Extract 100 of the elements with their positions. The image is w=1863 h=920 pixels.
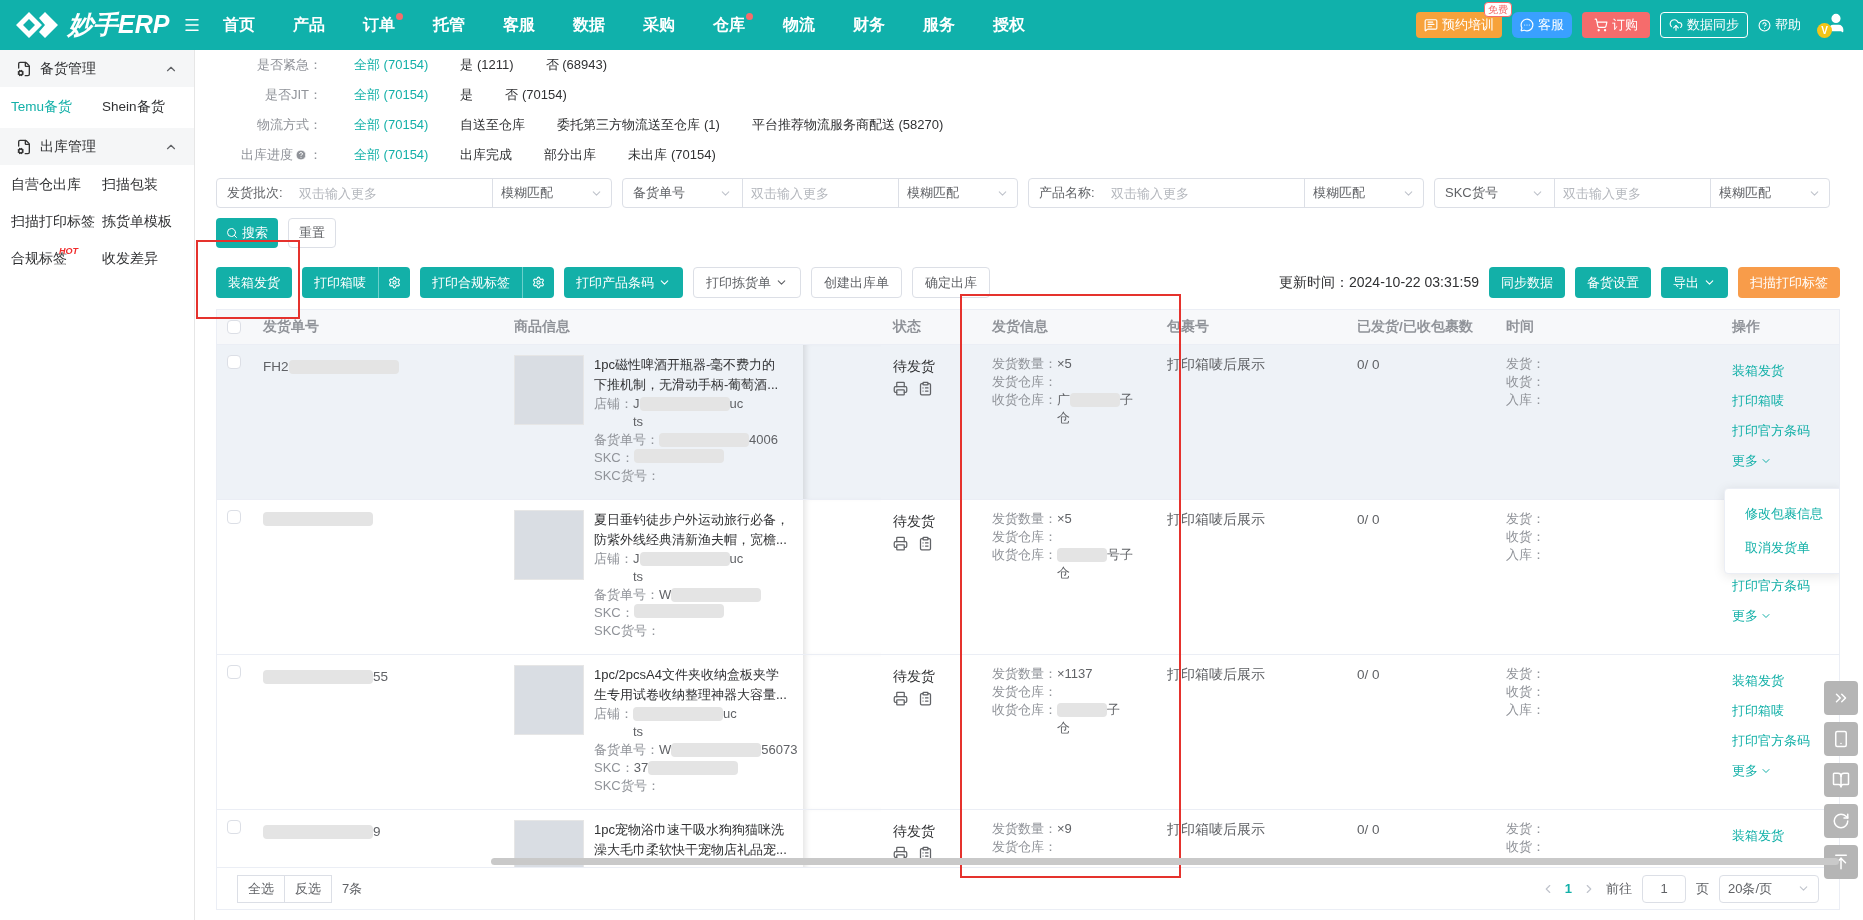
toolbar-button[interactable]: 打印箱唛 (302, 267, 379, 298)
nav-link[interactable]: 采购 (643, 13, 684, 37)
dropdown-button[interactable]: 导出 (1661, 267, 1728, 298)
sidebar-item[interactable]: Temu备货 (11, 97, 72, 118)
filter-option[interactable]: 出库完成 (460, 145, 513, 165)
guide-button[interactable] (1824, 763, 1858, 797)
reset-button[interactable]: 重置 (288, 218, 336, 248)
action-link[interactable]: 打印官方条码 (1732, 732, 1810, 750)
scan-print-button[interactable]: 扫描打印标签 (1738, 267, 1840, 298)
search-field-group[interactable]: 备货单号 双击输入更多 模糊匹配 (622, 178, 1018, 208)
sidebar-item[interactable]: 扫描打印标签 (11, 212, 95, 233)
printer-icon[interactable] (893, 381, 908, 397)
data-sync-button[interactable]: 数据同步 (1660, 12, 1748, 38)
action-link[interactable]: 装箱发货 (1732, 362, 1784, 380)
page-size-select[interactable]: 20条/页 (1719, 874, 1819, 903)
settings-button[interactable] (523, 267, 554, 298)
match-select[interactable]: 模糊匹配 (1710, 179, 1829, 207)
nav-link[interactable]: 财务 (853, 13, 894, 37)
toolbar-button[interactable]: 打印合规标签 (420, 267, 523, 298)
toolbar-button[interactable]: 确定出库 (912, 267, 990, 298)
search-input[interactable]: 双击输入更多 (743, 179, 898, 207)
nav-link[interactable]: 产品 (293, 13, 334, 37)
clipboard-icon[interactable] (918, 381, 933, 397)
sidebar-section-header[interactable]: 备货管理 (0, 50, 194, 87)
more-link[interactable]: 更多 (1732, 762, 1772, 780)
filter-option[interactable]: 未出库 (70154) (628, 145, 716, 165)
search-button[interactable]: 搜索 (216, 218, 278, 248)
action-link[interactable]: 打印官方条码 (1732, 577, 1810, 595)
filter-option[interactable]: 委托第三方物流送至仓库 (1) (557, 115, 720, 135)
printer-icon[interactable] (893, 536, 908, 552)
field-select[interactable]: SKC货号 (1435, 179, 1555, 207)
toolbar-button[interactable]: 备货设置 (1575, 267, 1651, 298)
sidebar-item[interactable]: 收发差异 (102, 249, 158, 270)
menu-item[interactable]: 修改包裹信息 (1725, 497, 1839, 531)
search-input[interactable]: 双击输入更多 (1555, 179, 1710, 207)
sidebar-item[interactable]: 拣货单模板 (102, 212, 172, 233)
nav-link[interactable]: 托管 (433, 13, 474, 37)
match-select[interactable]: 模糊匹配 (1304, 179, 1423, 207)
filter-option[interactable]: 自送至仓库 (460, 115, 526, 135)
action-link[interactable]: 装箱发货 (1732, 672, 1784, 690)
horizontal-scrollbar[interactable] (491, 858, 1839, 865)
action-link[interactable]: 打印箱唛 (1732, 702, 1784, 720)
filter-option[interactable]: 全部 (70154) (354, 55, 429, 75)
search-field-group[interactable]: 发货批次: 双击输入更多 模糊匹配 (216, 178, 612, 208)
menu-icon[interactable] (183, 16, 202, 34)
filter-option[interactable]: 平台推荐物流服务商配送 (58270) (751, 115, 944, 135)
order-button[interactable]: 订购 (1582, 12, 1650, 38)
checkbox[interactable] (227, 665, 241, 679)
search-input[interactable]: 双击输入更多 (1102, 179, 1304, 207)
printer-icon[interactable] (893, 691, 908, 707)
filter-option[interactable]: 是 (460, 85, 474, 105)
filter-option[interactable]: 部分出库 (544, 145, 597, 165)
nav-link[interactable]: 服务 (923, 13, 964, 37)
nav-link[interactable]: 物流 (783, 13, 824, 37)
nav-link[interactable]: 订单 (363, 13, 404, 37)
page-input[interactable]: 1 (1642, 874, 1686, 903)
service-button[interactable]: 客服 (1512, 12, 1572, 38)
match-select[interactable]: 模糊匹配 (492, 179, 611, 207)
sidebar-section-header[interactable]: 出库管理 (0, 128, 194, 165)
action-link[interactable]: 装箱发货 (1732, 827, 1784, 845)
checkbox[interactable] (227, 355, 241, 369)
selection-button[interactable]: 反选 (285, 874, 332, 903)
help-button[interactable]: 帮助 (1758, 15, 1801, 35)
more-link[interactable]: 更多 (1732, 607, 1772, 625)
toolbar-button[interactable]: 同步数据 (1489, 267, 1565, 298)
nav-link[interactable]: 数据 (573, 13, 614, 37)
menu-item[interactable]: 取消发货单 (1725, 531, 1839, 565)
action-link[interactable]: 打印箱唛 (1732, 392, 1784, 410)
action-link[interactable]: 打印官方条码 (1732, 422, 1810, 440)
refresh-button[interactable] (1824, 804, 1858, 838)
page-number[interactable]: 1 (1564, 878, 1572, 899)
sidebar-item[interactable]: 扫描包装 (102, 175, 158, 196)
filter-option[interactable]: 全部 (70154) (354, 85, 429, 105)
sidebar-item[interactable]: 自营仓出库 (11, 175, 81, 196)
dropdown-button[interactable]: 打印产品条码 (564, 267, 683, 298)
filter-option[interactable]: 全部 (70154) (354, 145, 429, 165)
filter-option[interactable]: 否 (70154) (505, 85, 567, 105)
toolbar-button[interactable]: 装箱发货 (216, 267, 292, 298)
more-link[interactable]: 更多 (1732, 452, 1772, 470)
field-select[interactable]: 备货单号 (623, 179, 743, 207)
search-field-group[interactable]: SKC货号 双击输入更多 模糊匹配 (1434, 178, 1830, 208)
back-to-top-button[interactable] (1824, 845, 1858, 879)
filter-option[interactable]: 否 (68943) (545, 55, 608, 75)
selection-button[interactable]: 全选 (237, 874, 285, 903)
nav-link[interactable]: 仓库 (713, 13, 754, 37)
clipboard-icon[interactable] (918, 536, 933, 552)
clipboard-icon[interactable] (918, 691, 933, 707)
mobile-button[interactable] (1824, 722, 1858, 756)
search-input[interactable]: 双击输入更多 (290, 179, 492, 207)
sidebar-item[interactable]: Shein备货 (102, 97, 165, 118)
nav-link[interactable]: 客服 (503, 13, 544, 37)
nav-link[interactable]: 授权 (993, 13, 1034, 37)
match-select[interactable]: 模糊匹配 (898, 179, 1017, 207)
toolbar-button[interactable]: 创建出库单 (811, 267, 902, 298)
collapse-button[interactable] (1824, 681, 1858, 715)
nav-link[interactable]: 首页 (223, 13, 264, 37)
settings-button[interactable] (379, 267, 410, 298)
filter-option[interactable]: 全部 (70154) (354, 115, 429, 135)
checkbox[interactable] (227, 820, 241, 834)
dropdown-button[interactable]: 打印拣货单 (693, 267, 801, 298)
